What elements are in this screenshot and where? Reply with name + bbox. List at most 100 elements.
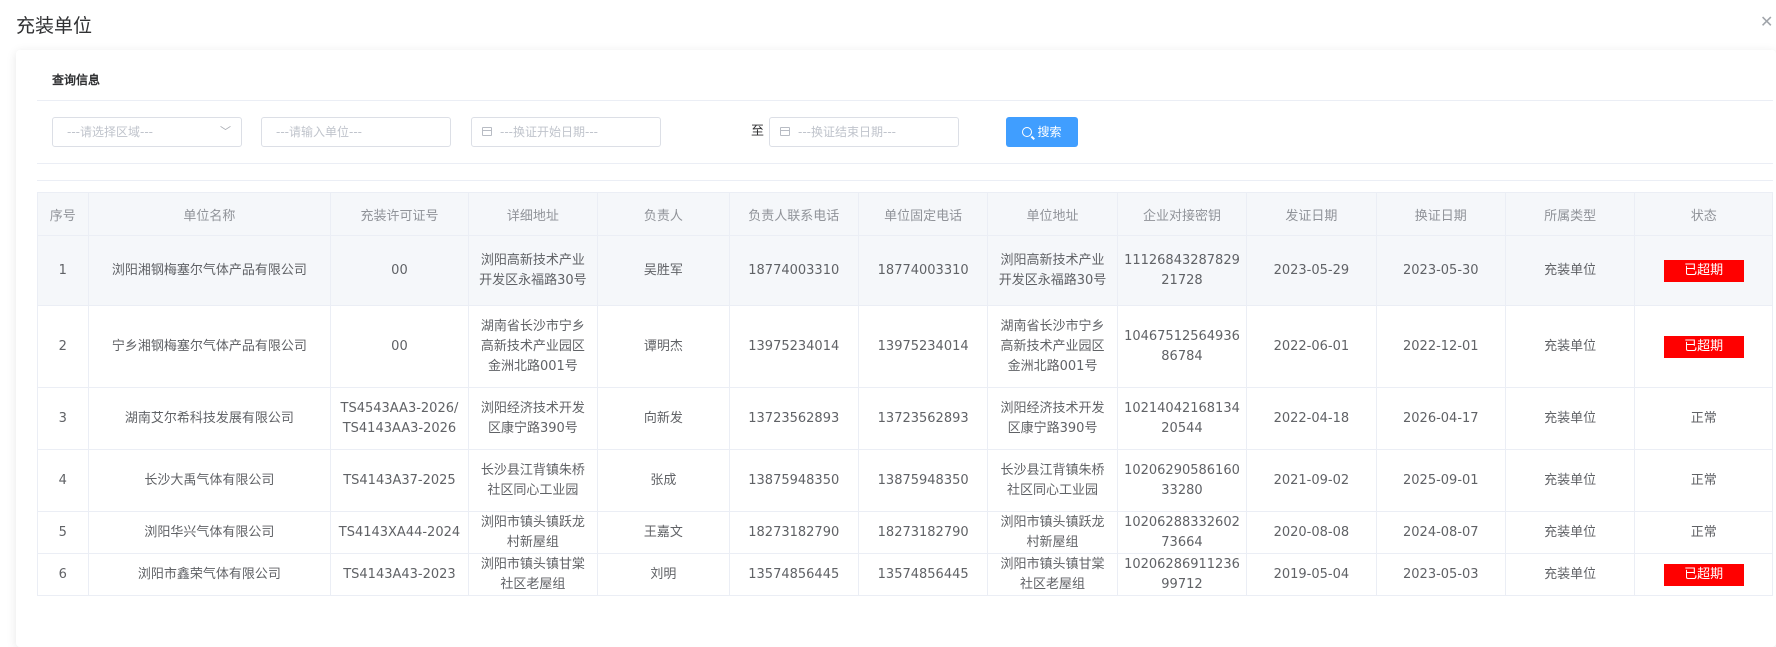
table-cell-status: 正常 bbox=[1634, 511, 1773, 554]
table-cell-no: 6 bbox=[37, 553, 89, 596]
table-row[interactable]: 3 湖南艾尔希科技发展有限公司 TS4543AA3-2026/TS4143AA3-2… bbox=[37, 387, 1773, 450]
table-cell-person: 吴胜军 bbox=[597, 235, 730, 306]
search-button-label: 搜索 bbox=[1037, 125, 1062, 139]
date-range-separator: 至 bbox=[751, 124, 765, 139]
table-cell-license: 00 bbox=[330, 235, 469, 306]
divider bbox=[37, 100, 1773, 101]
section-title: 查询信息 bbox=[52, 73, 101, 87]
table-cell-key: 1020628691123699712 bbox=[1116, 553, 1248, 596]
table-row[interactable]: 6 浏阳市鑫荣气体有限公司 TS4143A43-2023 浏阳市镇头镇甘棠社区老屋组刘… bbox=[37, 553, 1773, 596]
table-cell-phone: 18774003310 bbox=[857, 235, 989, 306]
divider bbox=[37, 180, 1773, 181]
table-cell-address: 浏阳市镇头镇跃龙村新屋组 bbox=[467, 511, 599, 554]
table-cell-name: 浏阳华兴气体有限公司 bbox=[87, 511, 332, 554]
table-cell-issue: 2020-08-08 bbox=[1246, 511, 1377, 554]
column-header: 单位名称 bbox=[87, 192, 332, 236]
unit-input-placeholder: ---请输入单位--- bbox=[276, 125, 362, 139]
table-cell-mobile: 18273182790 bbox=[728, 511, 859, 554]
table-cell-license: TS4143XA44-2024 bbox=[330, 511, 469, 554]
table-cell-no: 4 bbox=[37, 449, 89, 512]
table-cell-key: 1112684328782921728 bbox=[1116, 235, 1248, 306]
table-cell-status: 正常 bbox=[1634, 449, 1773, 512]
table-cell-no: 5 bbox=[37, 511, 89, 554]
table-cell-phone: 13574856445 bbox=[857, 553, 989, 596]
table-cell-person: 张成 bbox=[597, 449, 730, 512]
end-date-placeholder: ---换证结束日期--- bbox=[798, 125, 896, 139]
table-cell-phone: 13975234014 bbox=[857, 305, 989, 388]
table-cell-key: 1020629058616033280 bbox=[1116, 449, 1248, 512]
table-cell-type: 充装单位 bbox=[1504, 235, 1636, 306]
table-cell-key: 1020628833260273664 bbox=[1116, 511, 1248, 554]
chevron-down-icon: ﹀ bbox=[220, 125, 231, 138]
table-cell-address: 湖南省长沙市宁乡高新技术产业园区金洲北路001号 bbox=[467, 305, 599, 388]
table-cell-address: 浏阳经济技术开发区康宁路390号 bbox=[467, 387, 599, 450]
table-cell-mobile: 13723562893 bbox=[728, 387, 859, 450]
table-cell-type: 充装单位 bbox=[1504, 511, 1636, 554]
divider bbox=[37, 163, 1773, 164]
table-row[interactable]: 5 浏阳华兴气体有限公司 TS4143XA44-2024 浏阳市镇头镇跃龙村新屋组 王嘉… bbox=[37, 511, 1773, 554]
table-cell-no: 3 bbox=[37, 387, 89, 450]
column-header: 充装许可证号 bbox=[330, 192, 469, 236]
table-cell-license: TS4143A37-2025 bbox=[330, 449, 469, 512]
calendar-icon bbox=[780, 127, 790, 136]
column-header: 单位固定电话 bbox=[857, 192, 989, 236]
column-header: 换证日期 bbox=[1375, 192, 1506, 236]
table-cell-name: 浏阳湘钢梅塞尔气体产品有限公司 bbox=[87, 235, 332, 306]
table-cell-mobile: 13875948350 bbox=[728, 449, 859, 512]
search-button[interactable]: 搜索 bbox=[1006, 117, 1078, 147]
table-row[interactable]: 4 长沙大禹气体有限公司 TS4143A37-2025 长沙县江背镇朱桥社区同心工业园… bbox=[37, 449, 1773, 512]
status-badge: 已超期 bbox=[1663, 259, 1744, 282]
table-row[interactable]: 1 浏阳湘钢梅塞尔气体产品有限公司 00 浏阳高新技术产业开发区永福路30号 吴胜军 18… bbox=[37, 235, 1773, 306]
table-cell-name: 浏阳市鑫荣气体有限公司 bbox=[87, 553, 332, 596]
table-cell-mobile: 18774003310 bbox=[728, 235, 859, 306]
table-row[interactable]: 2 宁乡湘钢梅塞尔气体产品有限公司 00 湖南省长沙市宁乡高新技术产业园区金洲北路00… bbox=[37, 305, 1773, 388]
table-cell-unit-address: 浏阳市镇头镇甘棠社区老屋组 bbox=[987, 553, 1118, 596]
query-card: 查询信息 ---请选择区域--- ﹀ ---请输入单位--- ---换证开始日期… bbox=[16, 50, 1776, 647]
table-cell-issue: 2022-06-01 bbox=[1246, 305, 1377, 388]
units-table: 序号 单位名称 充装许可证号 详细地址 负责人 负责人联系电话 单位固定电话 单… bbox=[37, 192, 1773, 596]
table-cell-no: 1 bbox=[37, 235, 89, 306]
table-cell-no: 2 bbox=[37, 305, 89, 388]
table-cell-license: TS4143A43-2023 bbox=[330, 553, 469, 596]
table-cell-mobile: 13574856445 bbox=[728, 553, 859, 596]
status-badge: 正常 bbox=[1690, 410, 1717, 426]
table-cell-unit-address: 长沙县江背镇朱桥社区同心工业园 bbox=[987, 449, 1118, 512]
search-icon bbox=[1022, 127, 1033, 137]
table-cell-renew: 2026-04-17 bbox=[1375, 387, 1506, 450]
table-cell-unit-address: 浏阳经济技术开发区康宁路390号 bbox=[987, 387, 1118, 450]
table-cell-license: 00 bbox=[330, 305, 469, 388]
calendar-icon bbox=[482, 127, 492, 136]
column-header: 详细地址 bbox=[467, 192, 599, 236]
table-cell-status: 已超期 bbox=[1634, 305, 1773, 388]
table-cell-mobile: 13975234014 bbox=[728, 305, 859, 388]
region-select[interactable]: ---请选择区域--- ﹀ bbox=[52, 117, 242, 147]
table-cell-renew: 2024-08-07 bbox=[1375, 511, 1506, 554]
column-header: 序号 bbox=[37, 192, 89, 236]
table-cell-key: 1021404216813420544 bbox=[1116, 387, 1248, 450]
table-cell-license: TS4543AA3-2026/TS4143AA3-2026 bbox=[330, 387, 469, 450]
table-cell-status: 已超期 bbox=[1634, 553, 1773, 596]
column-header: 状态 bbox=[1634, 192, 1773, 236]
table-cell-key: 1046751256493686784 bbox=[1116, 305, 1248, 388]
column-header: 企业对接密钥 bbox=[1116, 192, 1248, 236]
status-badge: 正常 bbox=[1690, 472, 1717, 488]
column-header: 所属类型 bbox=[1504, 192, 1636, 236]
table-cell-renew: 2022-12-01 bbox=[1375, 305, 1506, 388]
unit-input[interactable]: ---请输入单位--- bbox=[261, 117, 451, 147]
start-date-picker[interactable]: ---换证开始日期--- bbox=[471, 117, 661, 147]
close-icon[interactable]: ✕ bbox=[1760, 12, 1774, 32]
table-cell-unit-address: 浏阳市镇头镇跃龙村新屋组 bbox=[987, 511, 1118, 554]
table-cell-address: 浏阳高新技术产业开发区永福路30号 bbox=[467, 235, 599, 306]
table-cell-person: 向新发 bbox=[597, 387, 730, 450]
column-header: 负责人联系电话 bbox=[728, 192, 859, 236]
table-cell-person: 谭明杰 bbox=[597, 305, 730, 388]
column-header: 单位地址 bbox=[987, 192, 1118, 236]
table-cell-type: 充装单位 bbox=[1504, 305, 1636, 388]
region-select-placeholder: ---请选择区域--- bbox=[67, 125, 153, 139]
table-cell-name: 湖南艾尔希科技发展有限公司 bbox=[87, 387, 332, 450]
table-cell-name: 宁乡湘钢梅塞尔气体产品有限公司 bbox=[87, 305, 332, 388]
table-cell-name: 长沙大禹气体有限公司 bbox=[87, 449, 332, 512]
end-date-picker[interactable]: ---换证结束日期--- bbox=[769, 117, 959, 147]
table-cell-issue: 2023-05-29 bbox=[1246, 235, 1377, 306]
table-cell-status: 正常 bbox=[1634, 387, 1773, 450]
